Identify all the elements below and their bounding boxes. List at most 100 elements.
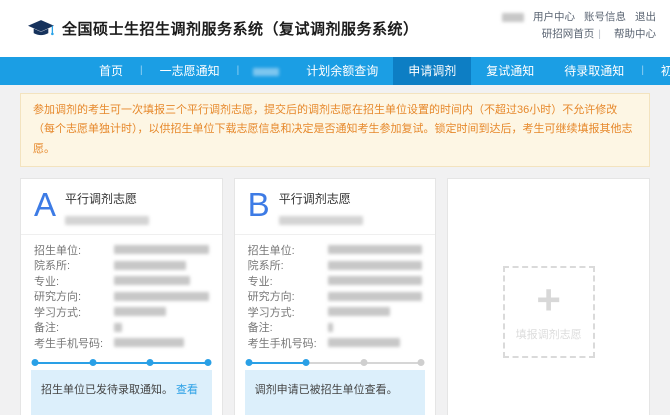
- card-fields: 招生单位:院系所:专业:研究方向:学习方式:备注:考生手机号码:: [21, 235, 222, 353]
- card-date-redacted: [279, 213, 363, 227]
- field-row: 考生手机号码:: [34, 335, 209, 351]
- status-text: 招生单位已发待录取通知。: [41, 384, 173, 396]
- field-label: 院系所:: [34, 257, 114, 273]
- progress-step-dot: [360, 359, 367, 366]
- field-value-redacted: [328, 323, 333, 332]
- status-text: 调剂申请已被招生单位查看。: [255, 384, 398, 396]
- account-info-link[interactable]: 账号信息: [584, 11, 626, 23]
- link-separator: |: [598, 28, 601, 40]
- nav-item-redacted[interactable]: [241, 57, 291, 85]
- cards-row: A 平行调剂志愿 招生单位:院系所:专业:研究方向:学习方式:备注:考生手机号码…: [20, 178, 650, 415]
- progress-step-dot: [147, 359, 154, 366]
- header-user-area: 用户中心账号信息退出 研招网首页| 帮助中心: [502, 9, 656, 43]
- card-title: 平行调剂志愿: [65, 190, 149, 207]
- app-header: 全国硕士生招生调剂服务系统（复试调剂服务系统） 用户中心账号信息退出 研招网首页…: [0, 0, 670, 57]
- field-value-redacted: [114, 292, 209, 301]
- add-application-card[interactable]: + 填报调剂志愿: [447, 178, 650, 415]
- progress-fill: [35, 362, 208, 364]
- plus-icon: +: [536, 282, 561, 318]
- nav-separator: |: [138, 57, 145, 85]
- field-value-redacted: [328, 338, 400, 347]
- card-fields: 招生单位:院系所:专业:研究方向:学习方式:备注:考生手机号码:: [235, 235, 436, 353]
- nav-item[interactable]: 一志愿通知: [145, 57, 235, 85]
- application-card: A 平行调剂志愿 招生单位:院系所:专业:研究方向:学习方式:备注:考生手机号码…: [20, 178, 223, 415]
- field-row: 研究方向:: [248, 288, 423, 304]
- main-nav: 首页|一志愿通知|计划余额查询申请调剂复试通知待录取通知|初试成绩: [0, 57, 670, 85]
- username-redacted: [502, 13, 524, 22]
- notice-banner: 参加调剂的考生可一次填报三个平行调剂志愿，提交后的调剂志愿在招生单位设置的时间内…: [20, 93, 650, 167]
- portal-home-link[interactable]: 研招网首页: [542, 28, 595, 40]
- field-row: 研究方向:: [34, 288, 209, 304]
- field-value-redacted: [328, 261, 423, 270]
- progress-step-dot: [32, 359, 39, 366]
- progress-step-dot: [245, 359, 252, 366]
- field-value-redacted: [114, 307, 166, 316]
- nav-item[interactable]: 复试通知: [471, 57, 549, 85]
- field-label: 专业:: [34, 273, 114, 289]
- card-letter: A: [34, 188, 56, 227]
- field-row: 考生手机号码:: [248, 335, 423, 351]
- field-label: 学习方式:: [34, 304, 114, 320]
- field-value-redacted: [114, 323, 122, 332]
- card-letter: B: [248, 188, 270, 227]
- nav-item[interactable]: 计划余额查询: [291, 57, 393, 85]
- field-label: 考生手机号码:: [34, 335, 114, 351]
- nav-item[interactable]: 申请调剂: [393, 57, 471, 85]
- app-title: 全国硕士生招生调剂服务系统（复试调剂服务系统）: [62, 18, 419, 39]
- user-center-link[interactable]: 用户中心: [533, 11, 575, 23]
- add-application-dashed-box: + 填报调剂志愿: [503, 266, 595, 358]
- add-application-label: 填报调剂志愿: [516, 326, 582, 342]
- progress-step-dot: [204, 359, 211, 366]
- field-value-redacted: [114, 261, 186, 270]
- card-header: A 平行调剂志愿: [21, 179, 222, 235]
- card-header: B 平行调剂志愿: [235, 179, 436, 235]
- field-value-redacted: [328, 307, 390, 316]
- application-card: B 平行调剂志愿 招生单位:院系所:专业:研究方向:学习方式:备注:考生手机号码…: [234, 178, 437, 415]
- redacted-bar: [253, 68, 279, 76]
- field-value-redacted: [114, 338, 184, 347]
- status-message: 招生单位已发待录取通知。查看: [31, 370, 212, 415]
- field-row: 专业:: [34, 273, 209, 289]
- main-content: 参加调剂的考生可一次填报三个平行调剂志愿，提交后的调剂志愿在招生单位设置的时间内…: [0, 93, 670, 415]
- nav-list: 首页|一志愿通知|计划余额查询申请调剂复试通知待录取通知|初试成绩: [0, 57, 670, 85]
- field-label: 备注:: [248, 319, 328, 335]
- progress-step-dot: [418, 359, 425, 366]
- card-title: 平行调剂志愿: [279, 190, 363, 207]
- field-row: 学习方式:: [248, 304, 423, 320]
- field-value-redacted: [114, 245, 209, 254]
- field-value-redacted: [114, 276, 190, 285]
- field-label: 招生单位:: [34, 242, 114, 258]
- field-value-redacted: [328, 276, 423, 285]
- nav-item[interactable]: 初试成绩: [646, 57, 670, 85]
- field-value-redacted: [328, 292, 423, 301]
- card-date-redacted: [65, 213, 149, 227]
- field-row: 院系所:: [248, 257, 423, 273]
- field-row: 备注:: [34, 319, 209, 335]
- status-message: 调剂申请已被招生单位查看。: [245, 370, 426, 415]
- field-label: 学习方式:: [248, 304, 328, 320]
- field-row: 备注:: [248, 319, 423, 335]
- field-label: 招生单位:: [248, 242, 328, 258]
- field-row: 院系所:: [34, 257, 209, 273]
- progress-step-dot: [89, 359, 96, 366]
- field-row: 学习方式:: [34, 304, 209, 320]
- field-row: 专业:: [248, 273, 423, 289]
- nav-item[interactable]: 待录取通知: [549, 57, 639, 85]
- logout-link[interactable]: 退出: [635, 11, 656, 23]
- progress-fill: [249, 362, 307, 364]
- portal-links-row: 研招网首页| 帮助中心: [502, 26, 656, 43]
- progress-step-dot: [303, 359, 310, 366]
- nav-separator: |: [235, 57, 242, 85]
- nav-separator: |: [639, 57, 646, 85]
- nav-item[interactable]: 首页: [84, 57, 138, 85]
- field-row: 招生单位:: [34, 242, 209, 258]
- help-center-link[interactable]: 帮助中心: [614, 28, 656, 40]
- user-links-row: 用户中心账号信息退出: [502, 9, 656, 26]
- field-label: 研究方向:: [34, 288, 114, 304]
- status-view-link[interactable]: 查看: [176, 384, 198, 396]
- field-label: 考生手机号码:: [248, 335, 328, 351]
- field-row: 招生单位:: [248, 242, 423, 258]
- graduation-cap-icon: [28, 20, 54, 38]
- field-label: 院系所:: [248, 257, 328, 273]
- field-label: 备注:: [34, 319, 114, 335]
